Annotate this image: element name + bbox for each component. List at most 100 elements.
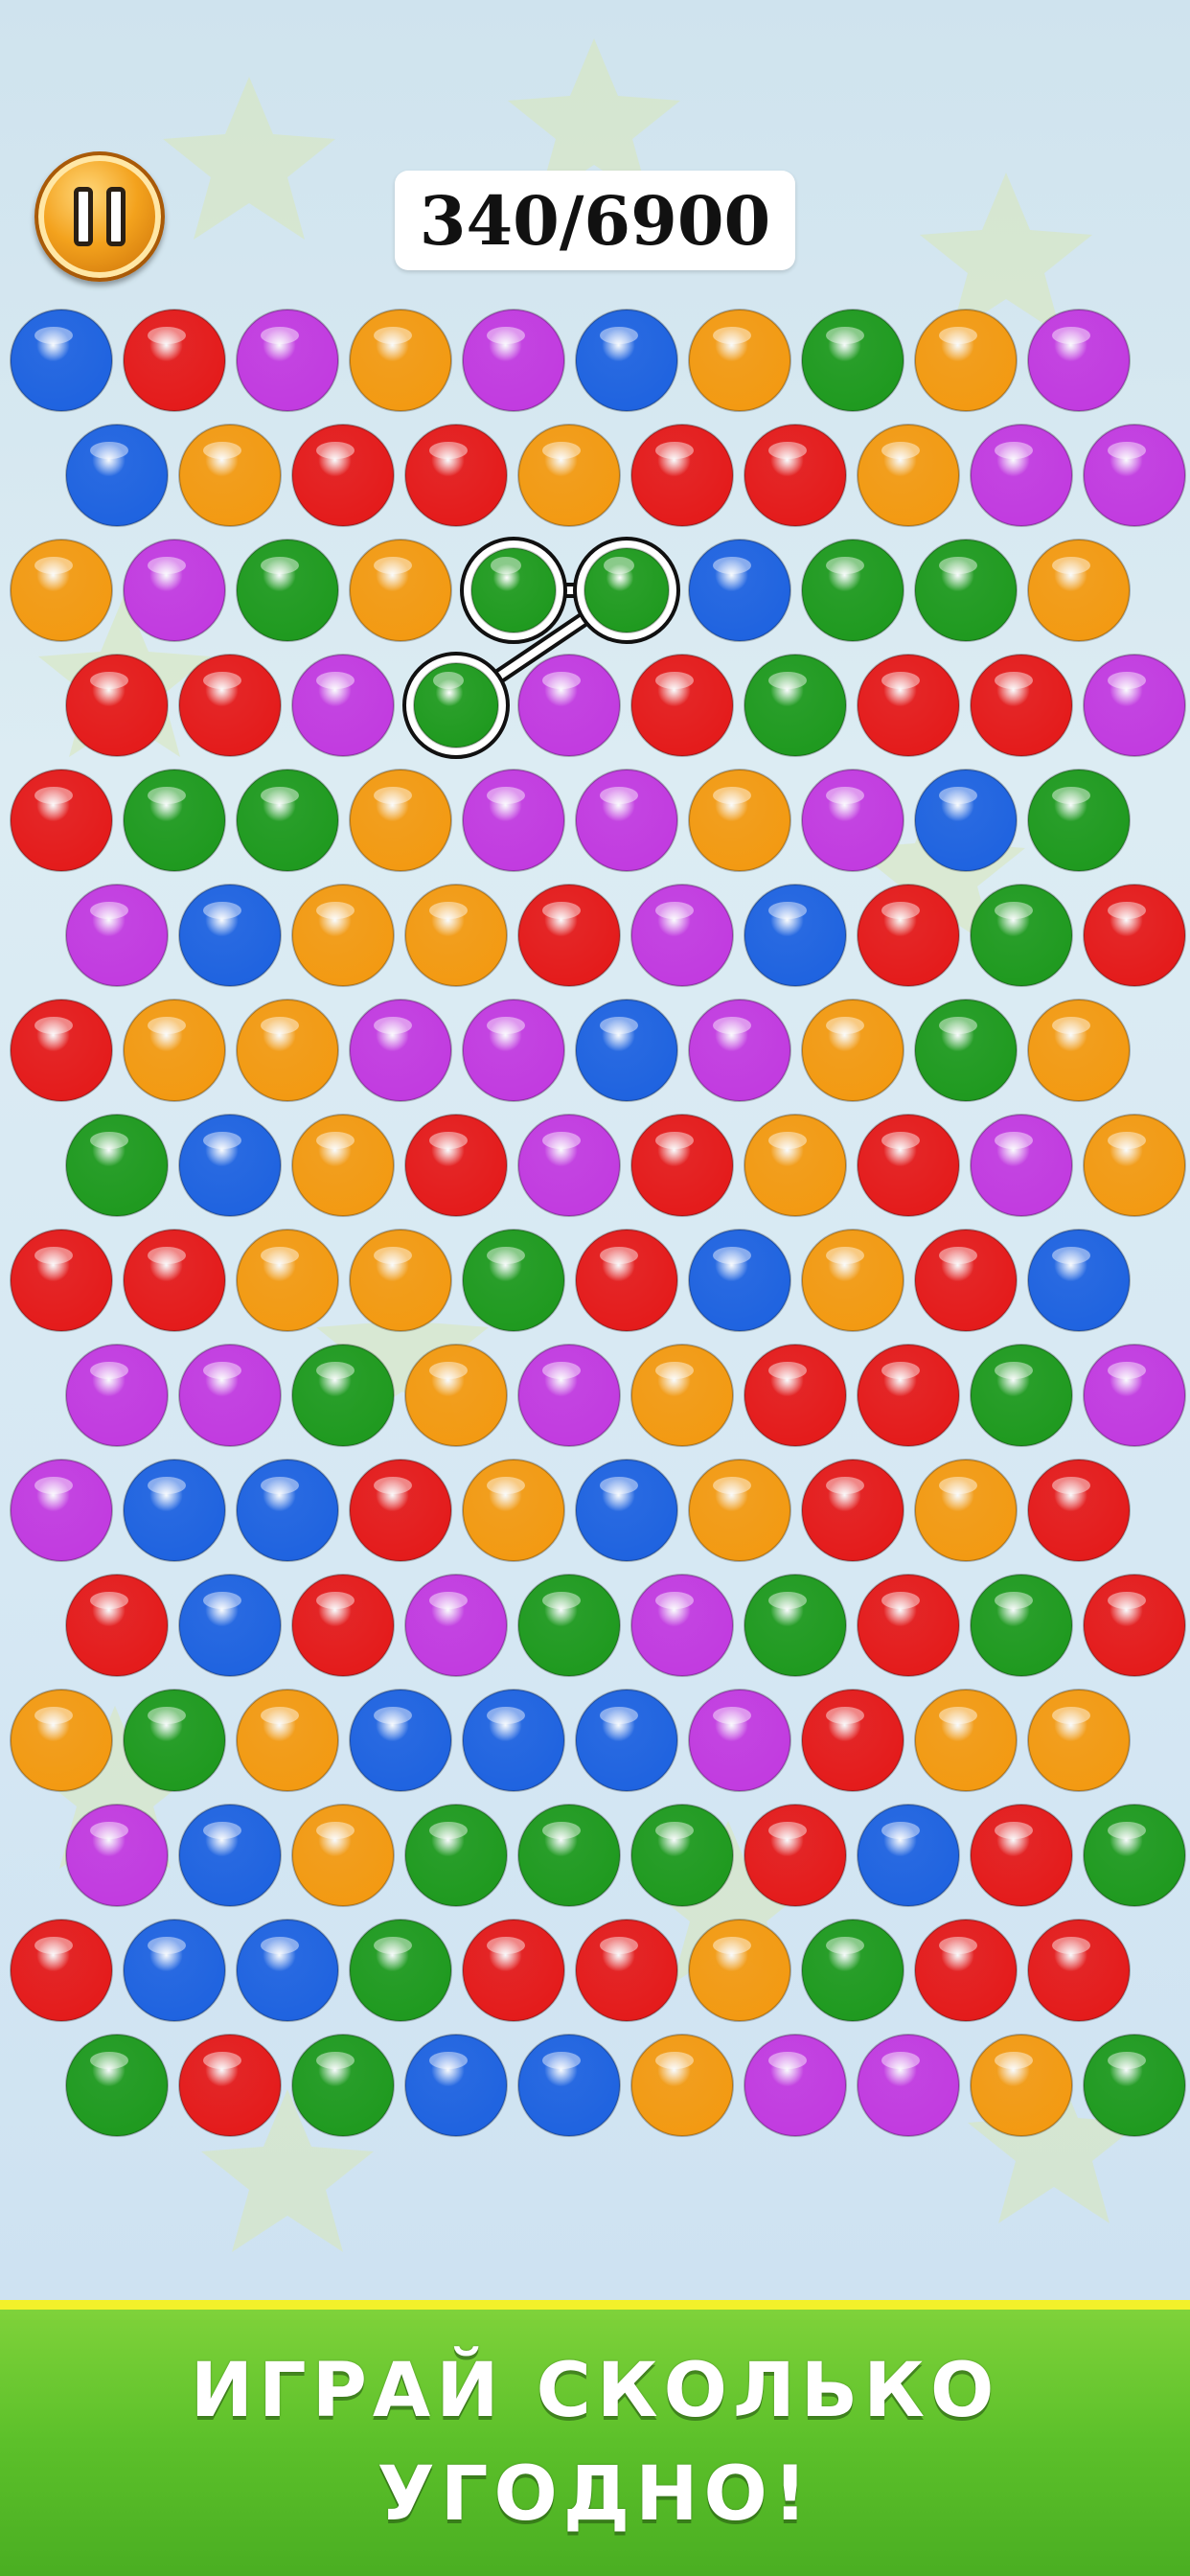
orange-bubble[interactable] [912,1457,1019,1564]
red-bubble[interactable] [912,1917,1019,2024]
green-bubble[interactable] [402,652,510,759]
blue-bubble[interactable] [686,1227,793,1334]
green-bubble[interactable] [968,882,1075,989]
blue-bubble[interactable] [176,1802,284,1909]
orange-bubble[interactable] [234,997,341,1104]
green-bubble[interactable] [63,2032,171,2139]
purple-bubble[interactable] [968,1112,1075,1219]
red-bubble[interactable] [855,652,962,759]
purple-bubble[interactable] [289,652,397,759]
orange-bubble[interactable] [234,1227,341,1334]
orange-bubble[interactable] [742,1112,849,1219]
red-bubble[interactable] [121,307,228,414]
purple-bubble[interactable] [402,1572,510,1679]
blue-bubble[interactable] [234,1917,341,2024]
red-bubble[interactable] [460,1917,567,2024]
blue-bubble[interactable] [176,882,284,989]
blue-bubble[interactable] [234,1457,341,1564]
purple-bubble[interactable] [63,1342,171,1449]
orange-bubble[interactable] [289,1112,397,1219]
blue-bubble[interactable] [176,1572,284,1679]
orange-bubble[interactable] [289,1802,397,1909]
red-bubble[interactable] [289,1572,397,1679]
green-bubble[interactable] [515,1802,623,1909]
purple-bubble[interactable] [1025,307,1133,414]
green-bubble[interactable] [742,652,849,759]
orange-bubble[interactable] [968,2032,1075,2139]
red-bubble[interactable] [855,1112,962,1219]
purple-bubble[interactable] [742,2032,849,2139]
green-bubble[interactable] [799,537,906,644]
red-bubble[interactable] [8,1227,115,1334]
red-bubble[interactable] [968,1802,1075,1909]
blue-bubble[interactable] [176,1112,284,1219]
purple-bubble[interactable] [176,1342,284,1449]
green-bubble[interactable] [289,1342,397,1449]
blue-bubble[interactable] [347,1687,454,1794]
green-bubble[interactable] [515,1572,623,1679]
purple-bubble[interactable] [799,767,906,874]
red-bubble[interactable] [573,1227,680,1334]
red-bubble[interactable] [402,422,510,529]
orange-bubble[interactable] [460,1457,567,1564]
orange-bubble[interactable] [686,767,793,874]
purple-bubble[interactable] [121,537,228,644]
blue-bubble[interactable] [8,307,115,414]
blue-bubble[interactable] [121,1917,228,2024]
green-bubble[interactable] [1081,2032,1188,2139]
red-bubble[interactable] [347,1457,454,1564]
purple-bubble[interactable] [515,652,623,759]
blue-bubble[interactable] [855,1802,962,1909]
orange-bubble[interactable] [402,882,510,989]
blue-bubble[interactable] [460,1687,567,1794]
orange-bubble[interactable] [289,882,397,989]
orange-bubble[interactable] [234,1687,341,1794]
red-bubble[interactable] [573,1917,680,2024]
orange-bubble[interactable] [8,537,115,644]
orange-bubble[interactable] [347,1227,454,1334]
orange-bubble[interactable] [629,1342,736,1449]
orange-bubble[interactable] [1025,1687,1133,1794]
orange-bubble[interactable] [912,1687,1019,1794]
green-bubble[interactable] [460,1227,567,1334]
blue-bubble[interactable] [121,1457,228,1564]
orange-bubble[interactable] [686,1917,793,2024]
purple-bubble[interactable] [63,882,171,989]
red-bubble[interactable] [629,652,736,759]
red-bubble[interactable] [742,422,849,529]
green-bubble[interactable] [121,767,228,874]
orange-bubble[interactable] [686,1457,793,1564]
red-bubble[interactable] [63,1572,171,1679]
orange-bubble[interactable] [799,997,906,1104]
green-bubble[interactable] [742,1572,849,1679]
purple-bubble[interactable] [1081,422,1188,529]
blue-bubble[interactable] [686,537,793,644]
orange-bubble[interactable] [402,1342,510,1449]
red-bubble[interactable] [799,1457,906,1564]
pause-button[interactable] [34,151,165,282]
green-bubble[interactable] [63,1112,171,1219]
orange-bubble[interactable] [799,1227,906,1334]
orange-bubble[interactable] [912,307,1019,414]
green-bubble[interactable] [121,1687,228,1794]
red-bubble[interactable] [8,767,115,874]
purple-bubble[interactable] [1081,652,1188,759]
green-bubble[interactable] [573,537,680,644]
orange-bubble[interactable] [347,767,454,874]
orange-bubble[interactable] [686,307,793,414]
green-bubble[interactable] [234,767,341,874]
red-bubble[interactable] [8,997,115,1104]
green-bubble[interactable] [968,1572,1075,1679]
orange-bubble[interactable] [1025,537,1133,644]
green-bubble[interactable] [968,1342,1075,1449]
blue-bubble[interactable] [573,1687,680,1794]
blue-bubble[interactable] [515,2032,623,2139]
purple-bubble[interactable] [629,882,736,989]
orange-bubble[interactable] [347,537,454,644]
red-bubble[interactable] [63,652,171,759]
blue-bubble[interactable] [742,882,849,989]
green-bubble[interactable] [460,537,567,644]
green-bubble[interactable] [289,2032,397,2139]
purple-bubble[interactable] [515,1112,623,1219]
blue-bubble[interactable] [402,2032,510,2139]
